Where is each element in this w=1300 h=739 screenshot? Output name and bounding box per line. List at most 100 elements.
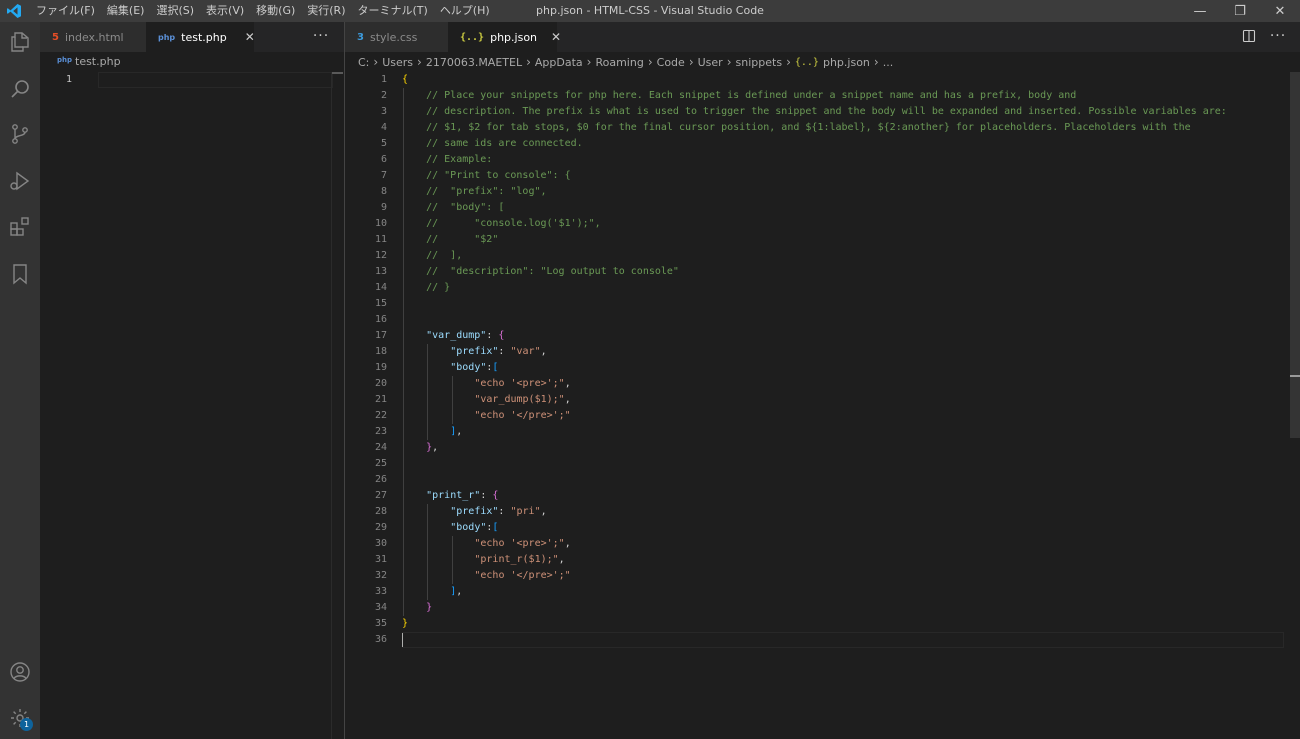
code-line: // "Print to console": {: [426, 170, 571, 181]
close-tab-icon[interactable]: ✕: [245, 30, 255, 44]
extensions-icon[interactable]: [8, 215, 32, 239]
restore-button[interactable]: ❐: [1220, 0, 1260, 22]
run-debug-icon[interactable]: [8, 169, 32, 193]
line-number: 35: [374, 618, 387, 629]
bookmarks-icon[interactable]: [8, 262, 32, 286]
close-tab-icon[interactable]: ✕: [551, 30, 561, 44]
overview-ruler-mark: [1290, 375, 1300, 377]
explorer-icon[interactable]: [8, 30, 32, 54]
line-number: 21: [374, 394, 387, 405]
code-line: "var_dump($1);",: [474, 394, 571, 405]
menu-file[interactable]: ファイル(F): [30, 0, 101, 22]
line-number: 29: [374, 522, 387, 533]
split-editor-icon[interactable]: [1242, 29, 1256, 43]
line-number: 14: [374, 282, 387, 293]
line-number: 16: [374, 314, 387, 325]
menu-terminal[interactable]: ターミナル(T): [352, 0, 434, 22]
line-number: 19: [374, 362, 387, 373]
code-line: // same ids are connected.: [426, 138, 583, 149]
line-number: 11: [374, 234, 387, 245]
code-line: // "$2": [426, 234, 499, 245]
tab-php-json[interactable]: {..} php.json ✕: [448, 22, 561, 52]
breadcrumb: C: › Users › 2170063.MAETEL › AppData › …: [345, 52, 1300, 72]
line-number: 23: [374, 426, 387, 437]
code-line: ],: [450, 426, 463, 437]
code-line: }: [426, 602, 433, 613]
menu-edit[interactable]: 編集(E): [101, 0, 151, 22]
line-number-gutter: 1 2 3 4 5 6 7 8 9 10 11 12 13 14 15 16 17 18 19 20 21 22 23 24 2…: [345, 72, 387, 648]
code-editor[interactable]: 1 2 3 4 5 6 7 8 9 10 11 12 13 14 15 16 17 18 19 20 21 22 23 24 2…: [345, 72, 1300, 739]
more-actions-button[interactable]: ···: [1263, 22, 1293, 52]
breadcrumb-drive[interactable]: C:: [358, 56, 369, 69]
text-cursor: [402, 633, 403, 647]
vscode-logo-icon[interactable]: [6, 3, 22, 19]
chevron-right-icon: ›: [373, 55, 379, 69]
tab-test-php[interactable]: php test.php ✕: [146, 22, 255, 52]
line-number: 36: [374, 634, 387, 645]
code-lines[interactable]: { // Place your snippets for php here. E…: [402, 72, 1272, 648]
source-control-icon[interactable]: [8, 122, 32, 146]
menu-help[interactable]: ヘルプ(H): [434, 0, 496, 22]
json-icon: {..}: [460, 31, 485, 43]
menu-selection[interactable]: 選択(S): [150, 0, 200, 22]
line-number: 22: [374, 410, 387, 421]
code-line: "body":[: [450, 362, 499, 373]
title-bar: ファイル(F) 編集(E) 選択(S) 表示(V) 移動(G) 実行(R) ター…: [0, 0, 1300, 22]
line-number: 18: [374, 346, 387, 357]
chevron-right-icon: ›: [586, 55, 592, 69]
chevron-right-icon: ›: [786, 55, 791, 69]
overview-ruler-mark: [332, 72, 343, 74]
search-icon[interactable]: [8, 77, 32, 101]
line-number: 7: [380, 170, 387, 181]
breadcrumb-appdata[interactable]: AppData: [535, 56, 583, 69]
code-line: // "description": "Log output to console…: [426, 266, 679, 277]
breadcrumb-symbol[interactable]: ...: [883, 56, 894, 69]
tab-label: test.php: [181, 30, 227, 44]
left-editor[interactable]: 1: [40, 72, 344, 739]
breadcrumb-roaming[interactable]: Roaming: [595, 56, 643, 69]
line-number: 17: [374, 330, 387, 341]
line-number: 9: [380, 202, 387, 213]
current-line-highlight: [98, 72, 333, 88]
line-number: 28: [374, 506, 387, 517]
chevron-right-icon: ›: [647, 55, 653, 69]
breadcrumb-user[interactable]: 2170063.MAETEL: [426, 56, 522, 69]
breadcrumb-code[interactable]: Code: [657, 56, 685, 69]
code-line: // "prefix": "log",: [426, 186, 547, 197]
line-number: 6: [380, 154, 387, 165]
vertical-scrollbar-thumb[interactable]: [1290, 72, 1300, 438]
menu-bar: ファイル(F) 編集(E) 選択(S) 表示(V) 移動(G) 実行(R) ター…: [30, 0, 496, 22]
minimize-button[interactable]: —: [1180, 0, 1220, 22]
chevron-right-icon: ›: [726, 55, 732, 69]
tab-index-html[interactable]: 5 index.html: [40, 22, 146, 52]
chevron-right-icon: ›: [417, 55, 422, 69]
code-line: "prefix": "var",: [450, 346, 547, 357]
code-line: }: [402, 618, 409, 629]
code-line: // "console.log('$1');",: [426, 218, 601, 229]
close-window-button[interactable]: ✕: [1260, 0, 1300, 22]
left-tab-bar: 5 index.html php test.php ✕ ···: [40, 22, 344, 52]
breadcrumb-users[interactable]: Users: [382, 56, 413, 69]
line-number: 10: [374, 218, 387, 229]
line-number: 30: [374, 538, 387, 549]
tab-style-css[interactable]: 3 style.css: [345, 22, 448, 52]
line-number: 5: [380, 138, 387, 149]
breadcrumb-file[interactable]: test.php: [75, 55, 121, 68]
more-actions-button[interactable]: ···: [306, 22, 336, 52]
account-icon[interactable]: [8, 660, 32, 684]
activity-bar: [0, 22, 40, 739]
css3-icon: 3: [357, 31, 364, 43]
menu-go[interactable]: 移動(G): [250, 0, 301, 22]
breadcrumb-user-folder[interactable]: User: [698, 56, 723, 69]
code-line: // $1, $2 for tab stops, $0 for the fina…: [426, 122, 1191, 133]
menu-run[interactable]: 実行(R): [301, 0, 351, 22]
code-line: ],: [450, 586, 463, 597]
vertical-scrollbar[interactable]: [331, 72, 332, 739]
code-line: "echo '</pre>';": [474, 410, 571, 421]
menu-view[interactable]: 表示(V): [200, 0, 250, 22]
breadcrumb-snippets[interactable]: snippets: [736, 56, 783, 69]
breadcrumb-file[interactable]: php.json: [823, 56, 870, 69]
